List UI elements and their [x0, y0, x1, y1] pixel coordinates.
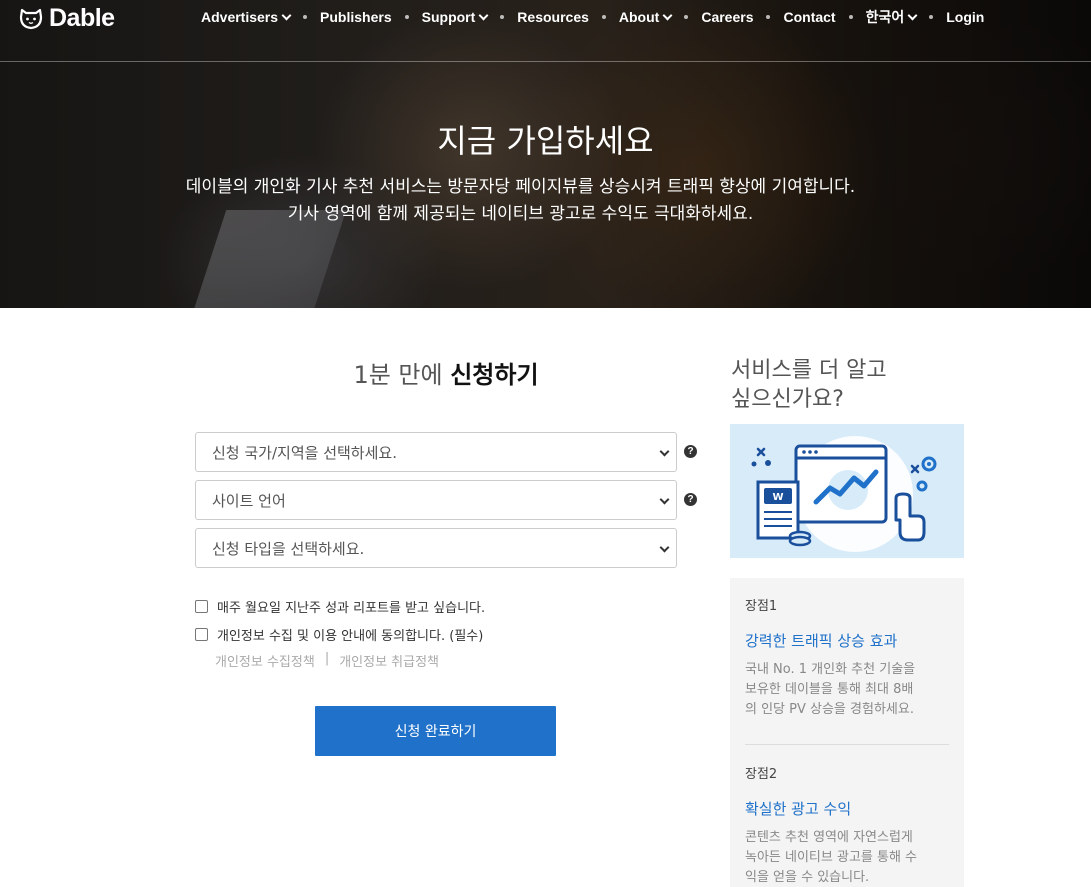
chevron-down-icon [907, 10, 918, 20]
nav-item-publishers[interactable]: Publishers [320, 9, 392, 25]
country-select[interactable]: 신청 국가/지역을 선택하세요. [195, 432, 677, 472]
nav-separator-dot [303, 15, 308, 19]
nav-menu: Advertisers Publishers Support Resources… [201, 8, 984, 26]
nav-separator-dot [601, 15, 606, 19]
nav-item-login[interactable]: Login [946, 9, 984, 25]
dable-logo-icon [19, 8, 43, 30]
benefit-title: 확실한 광고 수익 [745, 800, 852, 818]
hero-subtitle-line1: 데이블의 개인화 기사 추천 서비스는 방문자당 페이지뷰를 상승시켜 트래픽 … [185, 177, 856, 197]
nav-item-careers[interactable]: Careers [701, 9, 753, 25]
form-title: 1분 만에 신청하기 [353, 361, 539, 389]
nav-separator-dot [404, 15, 409, 19]
hero-title: 지금 가입하세요 [437, 122, 654, 160]
language-help-icon[interactable]: ? [684, 493, 697, 506]
benefits-panel: 장점1 강력한 트래픽 상승 효과 국내 No. 1 개인화 추천 기술을 보유… [730, 578, 964, 887]
privacy-handling-link[interactable]: 개인정보 취급정책 [339, 651, 439, 670]
analytics-illustration-icon: W [751, 436, 937, 552]
nav-item-about[interactable]: About [619, 9, 673, 25]
weekly-report-label: 매주 월요일 지난주 성과 리포트를 받고 싶습니다. [217, 601, 486, 616]
chevron-down-icon [659, 542, 670, 553]
brand-name: Dable [49, 3, 115, 32]
svg-text:W: W [772, 492, 783, 503]
language-select[interactable]: 사이트 언어 [195, 480, 677, 520]
privacy-agree-option[interactable]: 개인정보 수집 및 이용 안내에 동의합니다. (필수) [195, 625, 483, 644]
privacy-collection-link[interactable]: 개인정보 수집정책 [215, 651, 315, 670]
service-illustration: W [730, 424, 964, 558]
submit-button[interactable]: 신청 완료하기 [315, 706, 556, 756]
type-select[interactable]: 신청 타입을 선택하세요. [195, 528, 677, 568]
nav-item-resources[interactable]: Resources [517, 9, 589, 25]
nav-separator-dot [848, 15, 853, 19]
chevron-down-icon [662, 10, 673, 20]
chevron-down-icon [659, 446, 670, 457]
chevron-down-icon [659, 494, 670, 505]
chevron-down-icon [281, 10, 292, 20]
nav-item-advertisers[interactable]: Advertisers [201, 9, 292, 25]
nav-separator-dot [766, 15, 771, 19]
country-help-icon[interactable]: ? [684, 445, 697, 458]
weekly-report-checkbox[interactable] [195, 600, 208, 613]
sidebar-title: 서비스를 더 알고 싶으신가요? [731, 358, 887, 412]
dable-logo[interactable]: Dable [18, 4, 115, 32]
benefit-title: 강력한 트래픽 상승 효과 [745, 632, 898, 650]
benefit-text: 콘텐츠 추천 영역에 자연스럽게 녹아든 네이티브 광고를 통해 수 익을 얻을… [745, 830, 918, 885]
weekly-report-option[interactable]: 매주 월요일 지난주 성과 리포트를 받고 싶습니다. [195, 597, 485, 616]
nav-separator-dot [929, 15, 934, 19]
privacy-agree-checkbox[interactable] [195, 628, 208, 641]
chevron-down-icon [478, 10, 489, 20]
hero-banner: Dable Advertisers Publishers Support Res… [0, 0, 1091, 308]
nav-separator-dot [684, 15, 689, 19]
nav-item-contact[interactable]: Contact [783, 9, 835, 25]
privacy-agree-label: 개인정보 수집 및 이용 안내에 동의합니다. (필수) [217, 629, 484, 644]
top-navigation: Dable Advertisers Publishers Support Res… [0, 0, 1091, 62]
nav-item-support[interactable]: Support [422, 9, 489, 25]
nav-separator-dot [500, 15, 505, 19]
link-separator: | [324, 651, 330, 666]
benefit-text: 국내 No. 1 개인화 추천 기술을 보유한 데이블을 통해 최대 8배 의 … [745, 662, 916, 717]
nav-item-language[interactable]: 한국어 [866, 7, 918, 27]
benefit-label: 장점1 [745, 599, 778, 614]
benefit-label: 장점2 [745, 767, 778, 782]
benefit-divider [745, 744, 949, 745]
policy-links: 개인정보 수집정책 | 개인정보 취급정책 [215, 651, 439, 670]
hero-subtitle-line2: 기사 영역에 함께 제공되는 네이티브 광고로 수익도 극대화하세요. [287, 204, 754, 224]
